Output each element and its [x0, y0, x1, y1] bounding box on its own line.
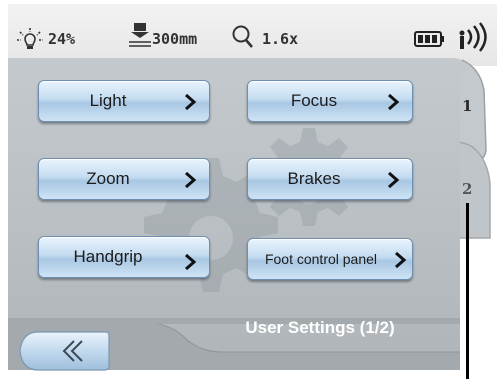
focus-button[interactable]: Focus: [247, 80, 413, 122]
page-title: User Settings (1/2): [245, 318, 395, 337]
zoom-factor-value: 1.6x: [262, 30, 299, 48]
foot-control-panel-button[interactable]: Foot control panel: [247, 238, 413, 280]
chevron-right-icon: [395, 251, 407, 269]
brakes-button-label: Brakes: [287, 169, 341, 188]
callout-line: [466, 203, 469, 379]
light-level-value: 24%: [48, 30, 76, 48]
focus-button-label: Focus: [290, 91, 338, 110]
foot-control-panel-button-label: Foot control panel: [264, 251, 378, 267]
gears-background-icon: [144, 128, 358, 292]
handgrip-button-label: Handgrip: [73, 247, 143, 266]
brakes-button[interactable]: Brakes: [247, 158, 413, 200]
zoom-button[interactable]: Zoom: [38, 158, 210, 200]
chevron-right-icon: [185, 171, 197, 189]
settings-screen: 24% 300mm 1.6x 1 2 Light Focus Zoom Brak…: [0, 0, 499, 379]
chevron-right-icon: [388, 93, 400, 111]
zoom-button-label: Zoom: [86, 169, 130, 188]
working-distance-icon: [129, 23, 151, 47]
tab-page-2-label: 2: [462, 180, 473, 198]
chevron-right-icon: [185, 93, 197, 111]
battery-icon: [414, 31, 444, 47]
wireless-signal-icon: [459, 22, 487, 52]
light-button-label: Light: [89, 91, 127, 110]
handgrip-button[interactable]: Handgrip: [38, 236, 210, 278]
back-button[interactable]: [18, 330, 110, 372]
magnifier-icon: [232, 25, 253, 48]
working-distance-value: 300mm: [152, 30, 198, 48]
tab-page-1-label: 1: [462, 97, 473, 115]
chevron-right-icon: [185, 253, 197, 271]
chevron-right-icon: [388, 171, 400, 189]
light-button[interactable]: Light: [38, 80, 210, 122]
brightness-icon: [17, 28, 43, 49]
